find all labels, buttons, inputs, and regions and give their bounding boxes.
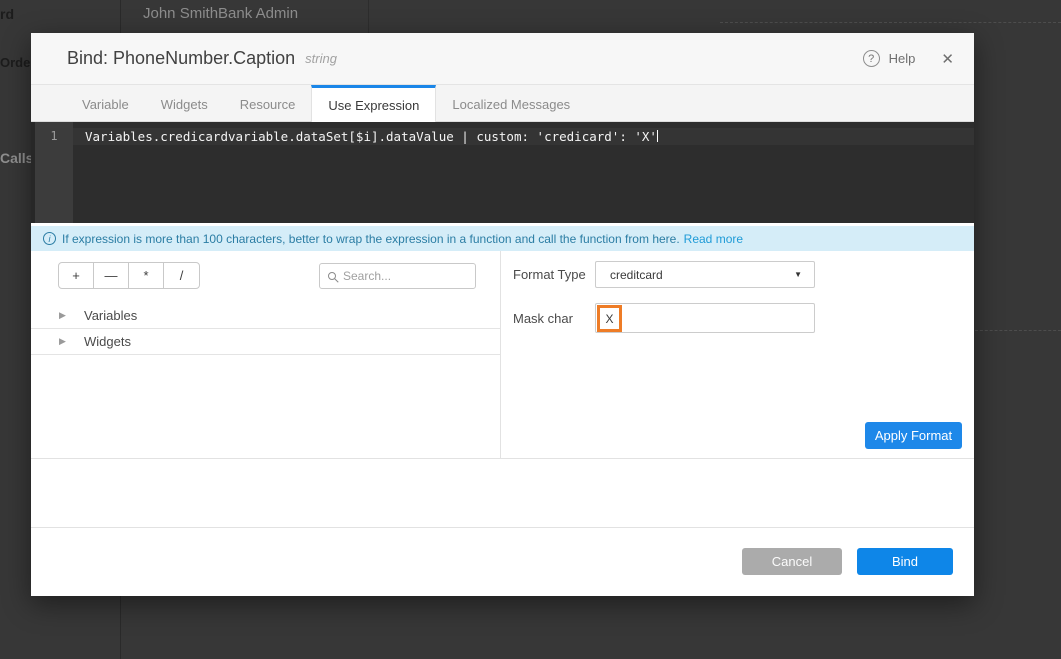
operator-button-group: + — * / xyxy=(58,262,200,289)
format-type-label: Format Type xyxy=(513,267,595,282)
info-icon: i xyxy=(43,232,56,245)
mask-char-value-highlighted[interactable]: X xyxy=(597,305,622,332)
dialog-type-label: string xyxy=(305,51,337,66)
dialog-content: + — * / ▶ Variables ▶ Widgets xyxy=(31,251,974,459)
editor-code-area[interactable]: Variables.credicardvariable.dataSet[$i].… xyxy=(73,122,974,223)
mask-char-input[interactable]: X xyxy=(595,303,815,333)
dialog-header-actions: ? Help ✕ xyxy=(863,50,954,68)
tree-node-label: Widgets xyxy=(84,334,131,349)
search-input[interactable] xyxy=(343,269,467,283)
help-icon[interactable]: ? xyxy=(863,50,880,67)
tab-resource[interactable]: Resource xyxy=(224,85,312,121)
divide-operator-button[interactable]: / xyxy=(164,263,199,288)
mask-char-row: Mask char X xyxy=(513,303,974,333)
minus-operator-button[interactable]: — xyxy=(94,263,129,288)
tab-variable[interactable]: Variable xyxy=(66,85,145,121)
expression-sources-panel: + — * / ▶ Variables ▶ Widgets xyxy=(31,251,501,458)
editor-line-number: 1 xyxy=(35,122,73,223)
editor-code-text: Variables.credicardvariable.dataSet[$i].… xyxy=(85,129,657,144)
search-icon xyxy=(328,272,336,280)
dialog-tabs: Variable Widgets Resource Use Expression… xyxy=(31,85,974,122)
tree-node-variables[interactable]: ▶ Variables xyxy=(31,303,500,329)
bind-dialog: Bind: PhoneNumber.Caption string ? Help … xyxy=(31,33,974,596)
dialog-header: Bind: PhoneNumber.Caption string ? Help … xyxy=(31,33,974,85)
editor-caret xyxy=(657,130,658,142)
background-dotted-outline-right xyxy=(975,330,1061,331)
info-text: If expression is more than 100 character… xyxy=(62,232,680,246)
tree-node-widgets[interactable]: ▶ Widgets xyxy=(31,329,500,355)
chevron-down-icon: ▼ xyxy=(794,270,802,279)
chevron-right-icon[interactable]: ▶ xyxy=(59,336,69,347)
format-panel: Format Type creditcard ▼ Mask char X App… xyxy=(501,251,974,458)
format-type-value: creditcard xyxy=(610,268,663,282)
search-box[interactable] xyxy=(319,263,476,289)
dialog-title: Bind: PhoneNumber.Caption xyxy=(67,48,295,69)
dialog-empty-area xyxy=(31,459,974,527)
binding-source-tree: ▶ Variables ▶ Widgets xyxy=(31,303,500,355)
read-more-link[interactable]: Read more xyxy=(684,232,743,246)
tab-widgets[interactable]: Widgets xyxy=(145,85,224,121)
background-dotted-outline-top xyxy=(720,22,1061,23)
help-link[interactable]: Help xyxy=(889,51,916,66)
tab-use-expression[interactable]: Use Expression xyxy=(311,85,436,122)
cancel-button[interactable]: Cancel xyxy=(742,548,842,575)
tab-localized-messages[interactable]: Localized Messages xyxy=(436,85,586,121)
tree-node-label: Variables xyxy=(84,308,137,323)
editor-code-line[interactable]: Variables.credicardvariable.dataSet[$i].… xyxy=(73,128,974,145)
mask-char-label: Mask char xyxy=(513,311,595,326)
close-icon[interactable]: ✕ xyxy=(941,50,954,68)
bind-button[interactable]: Bind xyxy=(857,548,953,575)
apply-format-button[interactable]: Apply Format xyxy=(865,422,962,449)
format-type-select[interactable]: creditcard ▼ xyxy=(595,261,815,288)
expression-editor[interactable]: 1 Variables.credicardvariable.dataSet[$i… xyxy=(31,122,974,223)
multiply-operator-button[interactable]: * xyxy=(129,263,164,288)
background-sidebar-item-dashboard: rd xyxy=(0,6,14,22)
expression-toolbar: + — * / xyxy=(31,251,500,289)
format-type-row: Format Type creditcard ▼ xyxy=(513,261,974,288)
expression-info-bar: i If expression is more than 100 charact… xyxy=(31,226,974,251)
plus-operator-button[interactable]: + xyxy=(59,263,94,288)
dialog-footer: Cancel Bind xyxy=(31,527,974,594)
chevron-right-icon[interactable]: ▶ xyxy=(59,310,69,321)
background-sidebar-item-calls: Calls xyxy=(0,150,33,166)
background-topbar-divider xyxy=(368,0,369,33)
background-user-label: John SmithBank Admin xyxy=(143,5,298,22)
